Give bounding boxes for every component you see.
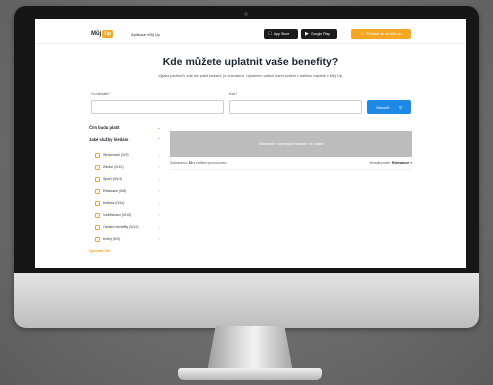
filter-checkbox[interactable] bbox=[95, 164, 100, 170]
filter-checkbox[interactable] bbox=[95, 224, 100, 230]
where-label: Kde? bbox=[229, 92, 238, 96]
filter-item-vzdelavani[interactable]: Vzdělávání (0/13) ⌄ bbox=[95, 209, 161, 221]
monitor-stand bbox=[207, 326, 293, 372]
reset-filter-link[interactable]: Vymazat filtr bbox=[89, 249, 161, 253]
sort-control[interactable]: Seřadit podle: Relevance ▾ bbox=[369, 161, 412, 165]
chevron-down-icon: ⌄ bbox=[157, 201, 161, 205]
filter-item-label: Knihy (0/2) bbox=[103, 237, 121, 241]
google-play-label: Google Play bbox=[310, 32, 330, 36]
results-summary: Zobrazeno: 10 z celkem provozoven Seřadi… bbox=[170, 161, 412, 165]
filter-item-ostatni[interactable]: Ostatní benefity (0/12) ⌄ bbox=[95, 221, 161, 233]
results-prefix: Zobrazeno: bbox=[170, 161, 188, 165]
user-icon: ☺ bbox=[360, 32, 365, 36]
chevron-down-icon: ▾ bbox=[410, 161, 412, 165]
filter-checkbox[interactable] bbox=[95, 200, 100, 206]
filter-item-stravovani[interactable]: Stravování (0/3) ⌄ bbox=[95, 149, 161, 161]
sort-value: Relevance bbox=[391, 161, 410, 165]
filter-item-label: Sport (0/14) bbox=[103, 177, 122, 181]
results-suffix: z celkem provozoven bbox=[193, 161, 227, 165]
search-button[interactable]: Vstoutě ⚲ bbox=[367, 100, 411, 114]
app-store-button[interactable]:  App Store bbox=[264, 29, 298, 39]
chevron-down-icon: ⌄ bbox=[157, 177, 161, 181]
chevron-up-icon: ⌃ bbox=[157, 137, 161, 142]
map-placeholder[interactable]: Klikneatie odcinejata hledání na mapě bbox=[170, 131, 412, 157]
top-navbar: Můj Up Aplikace Můj Up  App Store ▶ Goo… bbox=[35, 19, 466, 44]
filter-services-heading: Jaké služby hledám bbox=[89, 137, 129, 142]
sort-label: Seřadit podle: bbox=[369, 161, 391, 165]
play-icon: ▶ bbox=[305, 30, 309, 37]
what-label: Co hledáte? bbox=[91, 92, 110, 96]
chevron-down-icon: ⌄ bbox=[157, 237, 161, 241]
website-screen: Můj Up Aplikace Můj Up  App Store ▶ Goo… bbox=[35, 19, 466, 268]
results-number: 10 bbox=[188, 161, 193, 165]
chevron-down-icon: ⌄ bbox=[157, 165, 161, 169]
monitor-foot bbox=[178, 368, 322, 380]
filter-item-label: Stravování (0/3) bbox=[103, 153, 129, 157]
filter-item-label: Vzdělávání (0/13) bbox=[103, 213, 132, 217]
chevron-down-icon: ⌄ bbox=[157, 153, 161, 157]
filter-item-label: Ostatní benefity (0/12) bbox=[103, 225, 139, 229]
chevron-down-icon: ⌄ bbox=[157, 189, 161, 193]
login-label: Přihlásit se do Můj Up bbox=[366, 32, 402, 36]
filter-item-sport[interactable]: Sport (0/14) ⌄ bbox=[95, 173, 161, 185]
chevron-down-icon: ⌄ bbox=[157, 213, 161, 217]
camera-dot bbox=[244, 12, 248, 16]
filter-checkbox[interactable] bbox=[95, 212, 100, 218]
page-title: Kde můžete uplatnit vaše benefity? bbox=[162, 56, 339, 68]
what-input[interactable] bbox=[91, 100, 224, 114]
where-input[interactable] bbox=[229, 100, 362, 114]
logo-text: Můj bbox=[91, 31, 102, 37]
filter-item-label: Zdraví (0/12) bbox=[103, 165, 124, 169]
nav-link-app[interactable]: Aplikace Můj Up bbox=[131, 32, 160, 37]
search-button-label: Vstoutě bbox=[375, 104, 390, 110]
chevron-down-icon: ⌄ bbox=[157, 225, 161, 229]
login-button[interactable]: ☺ Přihlásit se do Můj Up bbox=[351, 29, 411, 39]
chevron-down-icon: ⌄ bbox=[157, 125, 161, 130]
filter-item-label: Kultura (0/11) bbox=[103, 201, 125, 205]
page-subtitle: Vyjaka partnerů, kde lze platit kartami,… bbox=[158, 74, 343, 78]
monitor-chin bbox=[14, 273, 479, 328]
filter-item-zdravi[interactable]: Zdraví (0/12) ⌄ bbox=[95, 161, 161, 173]
filter-item-knihy[interactable]: Knihy (0/2) ⌄ bbox=[95, 233, 161, 245]
filter-item-relaxace[interactable]: Relaxace (0/8) ⌄ bbox=[95, 185, 161, 197]
filter-payment-heading: Čím budu platit bbox=[89, 125, 120, 130]
filter-sidebar: Čím budu platit ⌄ Jaké služby hledám ⌃ S… bbox=[89, 125, 161, 253]
divider bbox=[170, 169, 412, 170]
logo[interactable]: Můj Up bbox=[91, 29, 114, 39]
filter-services-toggle[interactable]: Jaké služby hledám ⌃ bbox=[89, 137, 161, 149]
filter-checkbox[interactable] bbox=[95, 236, 100, 242]
filter-payment-toggle[interactable]: Čím budu platit ⌄ bbox=[89, 125, 161, 137]
filter-checkbox[interactable] bbox=[95, 152, 100, 158]
results-count: Zobrazeno: 10 z celkem provozoven bbox=[170, 161, 226, 165]
filter-checkbox[interactable] bbox=[95, 176, 100, 182]
app-store-label: App Store bbox=[270, 32, 290, 36]
google-play-button[interactable]: ▶ Google Play bbox=[301, 29, 337, 39]
map-notice: Klikneatie odcinejata hledání na mapě bbox=[258, 142, 324, 146]
filter-item-kultura[interactable]: Kultura (0/11) ⌄ bbox=[95, 197, 161, 209]
filter-item-label: Relaxace (0/8) bbox=[103, 189, 127, 193]
logo-badge: Up bbox=[102, 30, 114, 38]
apple-icon:  bbox=[268, 31, 272, 37]
search-icon: ⚲ bbox=[399, 104, 403, 110]
filter-checkbox[interactable] bbox=[95, 188, 100, 194]
